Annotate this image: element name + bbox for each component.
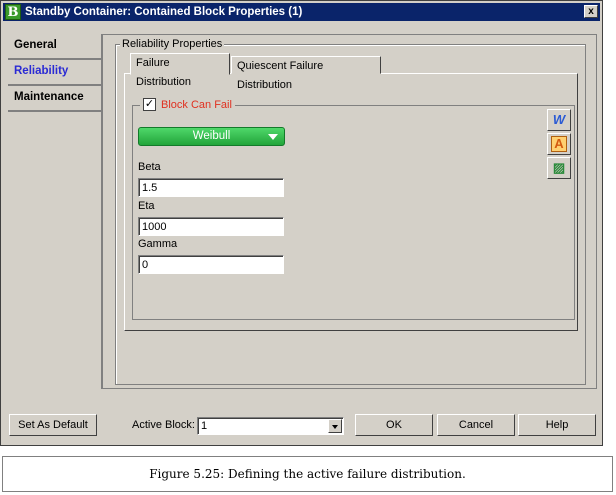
beta-label: Beta [138, 161, 161, 173]
eta-label: Eta [138, 200, 155, 212]
cancel-button[interactable]: Cancel [437, 414, 515, 436]
active-block-select[interactable]: 1 [197, 417, 344, 435]
set-as-default-button[interactable]: Set As Default [9, 414, 97, 436]
plot-button[interactable]: ▨ [547, 157, 571, 179]
nav-item-reliability[interactable]: Reliability [8, 60, 103, 86]
active-block-label: Active Block: [132, 419, 195, 431]
weibull-icon: W [552, 112, 566, 127]
block-can-fail-row[interactable]: ✓ Block Can Fail [140, 98, 235, 111]
eta-field[interactable]: 1000 [138, 217, 284, 236]
nav-item-maintenance[interactable]: Maintenance [8, 86, 103, 112]
title-bar[interactable]: B Standby Container: Contained Block Pro… [3, 3, 600, 21]
active-block-value: 1 [201, 420, 208, 432]
properties-dialog: B Standby Container: Contained Block Pro… [0, 0, 603, 446]
gamma-field[interactable]: 0 [138, 255, 284, 274]
tab-failure-distribution[interactable]: Failure Distribution [130, 53, 230, 88]
close-button[interactable]: x [584, 5, 598, 18]
help-button[interactable]: Help [518, 414, 596, 436]
reliability-properties-label: Reliability Properties [120, 38, 225, 50]
wizard-button[interactable]: A [547, 133, 571, 155]
chevron-down-icon[interactable] [328, 419, 342, 433]
chevron-down-icon [268, 134, 278, 140]
nav-item-general[interactable]: General [8, 34, 103, 60]
weibull-button[interactable]: W [547, 109, 571, 131]
left-nav: General Reliability Maintenance [8, 34, 103, 112]
plot-icon: ▨ [552, 160, 566, 175]
distribution-value: Weibull [192, 130, 231, 142]
block-can-fail-checkbox[interactable]: ✓ [143, 98, 156, 111]
wizard-icon: A [551, 136, 567, 152]
window-title: Standby Container: Contained Block Prope… [25, 6, 303, 18]
figure-caption: Figure 5.25: Defining the active failure… [2, 456, 613, 492]
app-icon: B [5, 4, 21, 20]
beta-field[interactable]: 1.5 [138, 178, 284, 197]
distribution-dropdown[interactable]: Weibull [138, 127, 285, 146]
ok-button[interactable]: OK [355, 414, 433, 436]
tab-quiescent-failure-distribution[interactable]: Quiescent Failure Distribution [231, 56, 381, 91]
gamma-label: Gamma [138, 238, 178, 250]
block-can-fail-label: Block Can Fail [161, 98, 232, 111]
